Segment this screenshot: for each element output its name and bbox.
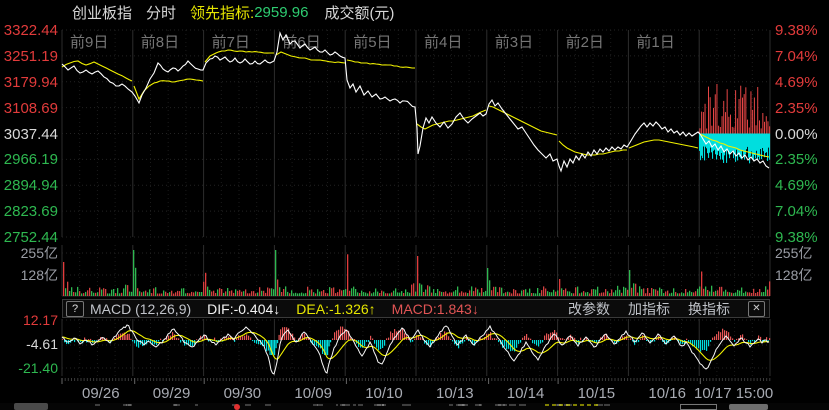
dif-value: DIF:-0.404↓ — [207, 301, 280, 317]
time-axis-label: 10/13 — [436, 386, 481, 401]
help-icon[interactable]: ? — [66, 301, 84, 317]
time-axis-label: 10/14 — [507, 386, 552, 401]
index-name: 创业板指 — [72, 2, 132, 23]
leading-indicator-value: 2959.96 — [254, 4, 308, 21]
time-axis-label: 10/15 — [578, 386, 623, 401]
time-axis-label: 09/26 — [82, 386, 127, 401]
dea-value: DEA:-1.326↑ — [296, 301, 375, 317]
turnover-label: 成交额(元) — [324, 2, 394, 23]
macd-toolbar: ? MACD (12,26,9) DIF:-0.404↓ DEA:-1.326↑… — [62, 299, 770, 318]
leading-indicator-label: 领先指标: — [190, 2, 254, 23]
change-params-button[interactable]: 改参数 — [568, 299, 610, 319]
time-axis-label: 10/09 — [294, 386, 339, 401]
time-axis-label: 10/10 — [365, 386, 410, 401]
macd-value: MACD:1.843↓ — [392, 301, 479, 317]
app-window: 创业板指 分时 领先指标: 2959.96 成交额(元) 3322.443251… — [0, 0, 829, 410]
chart-canvas[interactable] — [0, 0, 829, 410]
time-axis-label: 10/17 15:00 — [694, 386, 804, 401]
chart-header: 创业板指 分时 领先指标: 2959.96 成交额(元) — [0, 1, 829, 23]
tab-minute-chart[interactable]: 分时 — [146, 2, 176, 23]
add-indicator-button[interactable]: 加指标 — [628, 299, 670, 319]
time-axis-label: 09/29 — [153, 386, 198, 401]
time-axis-label: 09/30 — [224, 386, 269, 401]
red-dot-icon — [234, 404, 240, 410]
arrow-up-icon: ↑ — [369, 301, 376, 317]
bottom-taskbar-strip-clipped — [0, 403, 829, 410]
time-axis-label: 10/16 — [648, 386, 693, 401]
close-icon[interactable]: ✕ — [748, 301, 765, 317]
switch-indicator-button[interactable]: 换指标 — [688, 299, 730, 319]
time-axis: 09/26 09/29 09/30 10/09 10/10 10/13 10/14 10/15… — [0, 384, 829, 402]
arrow-down-icon: ↓ — [273, 301, 280, 317]
macd-indicator-title: MACD (12,26,9) — [90, 301, 191, 317]
arrow-down-icon: ↓ — [472, 301, 479, 317]
